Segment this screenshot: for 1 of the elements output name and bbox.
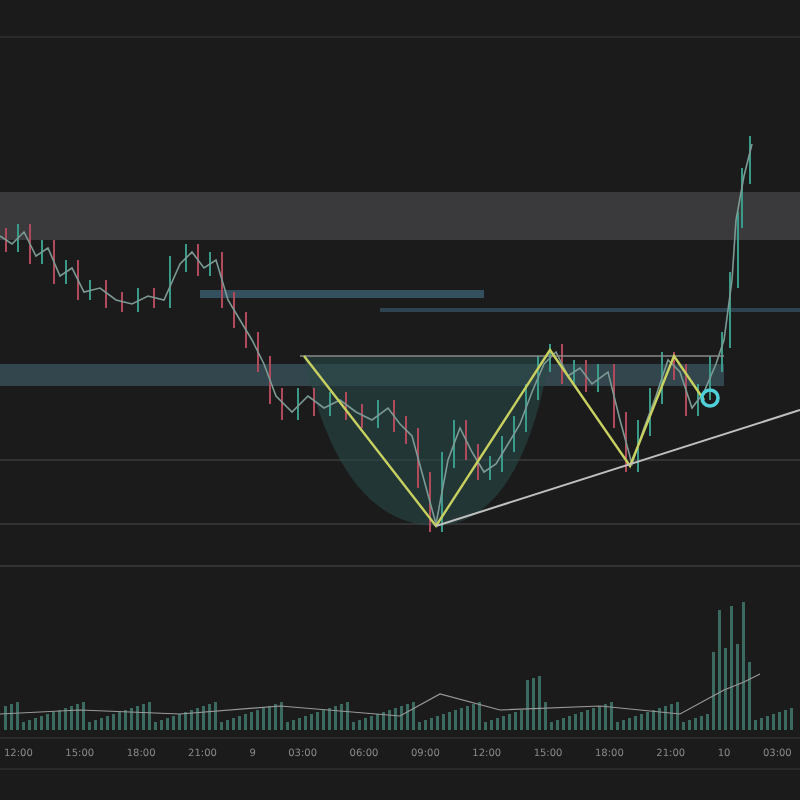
target-marker-icon	[700, 388, 720, 408]
